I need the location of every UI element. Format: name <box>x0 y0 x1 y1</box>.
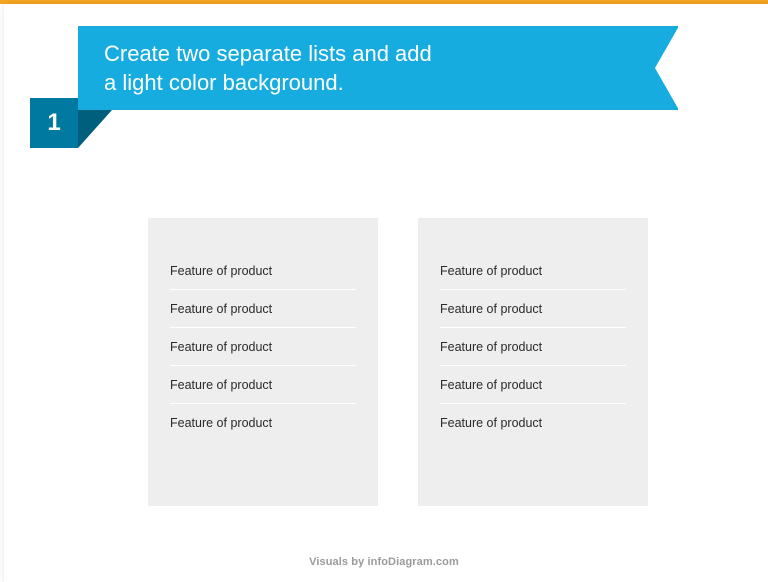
list-item: Feature of product <box>170 404 356 441</box>
footer-credit: Visuals by infoDiagram.com <box>0 556 768 568</box>
list-item: Feature of product <box>440 404 626 441</box>
feature-list-right: Feature of product Feature of product Fe… <box>418 218 648 506</box>
list-item: Feature of product <box>440 290 626 328</box>
header-ribbon: Create two separate lists and add a ligh… <box>78 26 678 110</box>
list-item: Feature of product <box>440 366 626 404</box>
list-item: Feature of product <box>170 366 356 404</box>
list-item: Feature of product <box>170 328 356 366</box>
header-title-line2: a light color background. <box>104 69 652 98</box>
list-item: Feature of product <box>440 252 626 290</box>
step-badge-fold <box>78 110 112 148</box>
step-number-badge: 1 <box>30 98 78 148</box>
step-number: 1 <box>47 109 60 137</box>
list-item: Feature of product <box>170 290 356 328</box>
header-title-line1: Create two separate lists and add <box>104 40 652 69</box>
feature-list-left: Feature of product Feature of product Fe… <box>148 218 378 506</box>
top-accent-bar <box>0 0 768 4</box>
list-item: Feature of product <box>440 328 626 366</box>
list-item: Feature of product <box>170 252 356 290</box>
